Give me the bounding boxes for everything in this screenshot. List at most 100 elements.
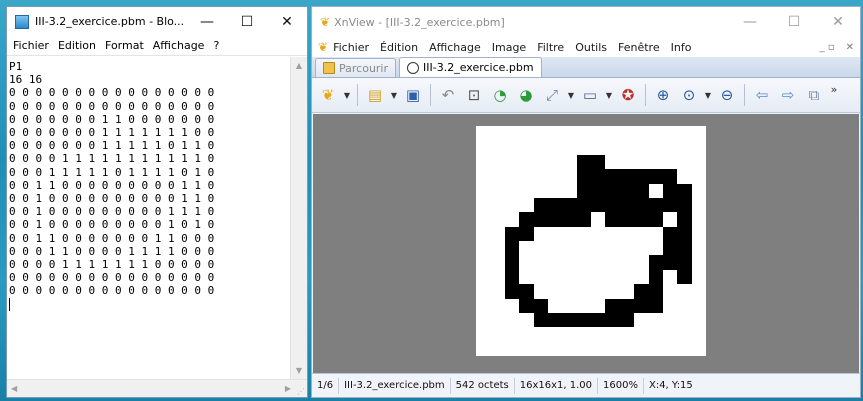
browser-dropdown-icon[interactable]: ▼: [343, 84, 351, 106]
scroll-up-icon[interactable]: ▲: [291, 57, 307, 74]
tab-parcourir[interactable]: Parcourir: [315, 58, 397, 77]
crop-icon[interactable]: ⊡: [463, 84, 485, 106]
image-pixel: [534, 169, 548, 183]
resize-grip-icon[interactable]: ⋰: [297, 387, 305, 396]
save-icon[interactable]: ▣: [402, 84, 424, 106]
image-pixel: [534, 140, 548, 154]
image-pixel: [692, 198, 706, 212]
image-pixel: [562, 312, 577, 328]
image-pixel: [591, 212, 605, 226]
image-pixel: [476, 155, 490, 169]
image-pixel: [663, 327, 677, 341]
xv-menu-filtre[interactable]: Filtre: [537, 41, 564, 54]
image-pixel: [548, 155, 562, 169]
text-caret: [9, 297, 10, 311]
xv-menu-image[interactable]: Image: [492, 41, 526, 54]
image-pixel: [534, 155, 548, 169]
menu-help[interactable]: ?: [213, 39, 219, 52]
image-pixel: [519, 241, 533, 255]
first-image-icon[interactable]: ⧉: [803, 84, 825, 106]
image-pixel: [662, 197, 678, 213]
image-pixel: [692, 155, 706, 169]
scroll-left-icon[interactable]: ◀: [11, 384, 17, 393]
mdi-restore-button[interactable]: _ ▫: [820, 42, 835, 53]
fullscreen-icon[interactable]: ▭: [579, 84, 601, 106]
xv-menu-affichage[interactable]: Affichage: [429, 41, 481, 54]
previous-image-icon[interactable]: ⇦: [751, 84, 773, 106]
image-pixel: [562, 197, 577, 213]
open-folder-icon[interactable]: ▤: [364, 84, 386, 106]
image-pixel: [591, 183, 606, 198]
rotate-right-icon[interactable]: ◕: [515, 84, 537, 106]
image-viewport[interactable]: [313, 114, 859, 373]
xnview-titlebar[interactable]: ❦ XnView - [III-3.2_exercice.pbm] — ☐ ✕: [312, 7, 860, 37]
scroll-down-icon[interactable]: ▼: [291, 362, 307, 379]
zoom-dropdown-icon[interactable]: ▼: [704, 84, 712, 106]
image-pixel: [476, 313, 490, 327]
xnview-toolbar: ❦ ▼ ▤ ▼ ▣ ↶ ⊡ ◔ ◕ ⤢ ▼ ▭ ▼ ✪ ⊕ ⊙ ▼ ⊖ ⇦ ⇨ …: [312, 78, 860, 113]
notepad-vertical-scrollbar[interactable]: ▲ ▼: [290, 57, 307, 379]
image-pixel: [576, 212, 591, 227]
image-pixel: [476, 270, 490, 284]
xnview-close-button[interactable]: ✕: [816, 8, 860, 37]
image-pixel: [490, 270, 504, 284]
zoom-in-icon[interactable]: ⊕: [652, 84, 674, 106]
xnview-minimize-button[interactable]: —: [728, 8, 772, 37]
menu-edition[interactable]: Edition: [58, 39, 96, 52]
xnview-maximize-button[interactable]: ☐: [772, 8, 816, 37]
notepad-close-button[interactable]: ✕: [267, 7, 307, 36]
notepad-titlebar[interactable]: III-3.2_exercice.pbm - Blo... — ☐ ✕: [7, 7, 307, 36]
open-dropdown-icon[interactable]: ▼: [390, 84, 398, 106]
notepad-text-area[interactable]: P1 16 16 0 0 0 0 0 0 0 0 0 0 0 0 0 0 0 00 …: [9, 60, 290, 379]
notepad-horizontal-scrollbar[interactable]: ◀ ▶: [7, 379, 307, 397]
image-pixel: [519, 184, 533, 198]
menu-fichier[interactable]: Fichier: [13, 39, 49, 52]
image-pixel: [577, 126, 591, 140]
image-pixel: [562, 184, 576, 198]
xv-menu-info[interactable]: Info: [671, 41, 692, 54]
rotate-left-icon[interactable]: ◔: [489, 84, 511, 106]
image-pixel: [620, 284, 634, 298]
tab-image[interactable]: III-3.2_exercice.pbm: [399, 57, 542, 77]
toolbar-more-icon[interactable]: »: [829, 78, 839, 100]
xv-menu-edition[interactable]: Édition: [380, 41, 418, 54]
menu-format[interactable]: Format: [105, 39, 144, 52]
image-pixel: [605, 284, 619, 298]
image-pixel: [505, 140, 519, 154]
image-pixel: [692, 184, 706, 198]
image-pixel: [490, 284, 504, 298]
zoom-out-icon[interactable]: ⊖: [716, 84, 738, 106]
image-pixel: [648, 212, 663, 227]
xv-menu-outils[interactable]: Outils: [575, 41, 607, 54]
image-pixel: [490, 169, 504, 183]
image-pixel: [634, 183, 649, 198]
image-pixel: [662, 226, 678, 241]
image-pixel: [490, 212, 504, 226]
image-pixel: [663, 313, 677, 327]
image-pixel: [577, 255, 591, 269]
image-pixel: [620, 227, 634, 241]
image-pixel: [591, 197, 606, 213]
image-pixel: [634, 255, 648, 269]
image-pixel: [548, 284, 562, 298]
status-filename: III-3.2_exercice.pbm: [339, 377, 451, 394]
notepad-maximize-button[interactable]: ☐: [227, 7, 267, 36]
notepad-minimize-button[interactable]: —: [187, 7, 227, 36]
browser-icon[interactable]: ❦: [317, 84, 339, 106]
fullscreen-dropdown-icon[interactable]: ▼: [605, 84, 613, 106]
image-pixel: [548, 169, 562, 183]
mdi-close-button[interactable]: ✕: [846, 42, 854, 53]
notepad-body: P1 16 16 0 0 0 0 0 0 0 0 0 0 0 0 0 0 0 00 …: [7, 57, 307, 379]
resize-icon[interactable]: ⤢: [541, 84, 563, 106]
undo-icon[interactable]: ↶: [437, 84, 459, 106]
xv-menu-fenetre[interactable]: Fenêtre: [618, 41, 660, 54]
slideshow-icon[interactable]: ✪: [617, 84, 639, 106]
menu-affichage[interactable]: Affichage: [153, 39, 205, 52]
notepad-line: 16 16: [9, 73, 43, 87]
image-pixel: [476, 169, 490, 183]
resize-dropdown-icon[interactable]: ▼: [567, 84, 575, 106]
scroll-right-icon[interactable]: ▶: [285, 384, 291, 393]
zoom-fit-icon[interactable]: ⊙: [678, 84, 700, 106]
next-image-icon[interactable]: ⇨: [777, 84, 799, 106]
xv-menu-fichier[interactable]: Fichier: [333, 41, 369, 54]
